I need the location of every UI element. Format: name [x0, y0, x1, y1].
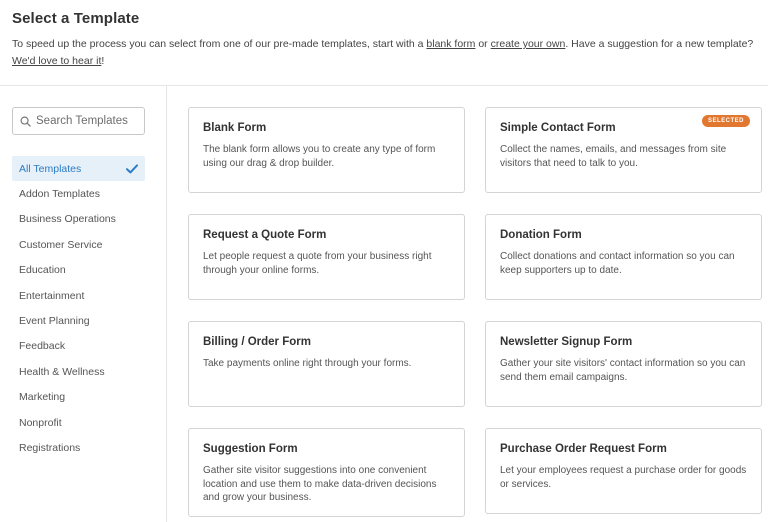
header-divider — [0, 85, 768, 86]
template-card-simple-contact-form[interactable]: SELECTED Simple Contact Form Collect the… — [485, 107, 762, 193]
category-label: Event Planning — [19, 315, 90, 328]
template-card-donation-form[interactable]: Donation Form Collect donations and cont… — [485, 214, 762, 300]
template-description: Let people request a quote from your bus… — [203, 251, 432, 276]
category-item-marketing[interactable]: Marketing — [12, 385, 145, 410]
search-icon — [20, 116, 31, 127]
search-box[interactable] — [12, 107, 145, 135]
category-label: Education — [19, 264, 66, 277]
category-item-education[interactable]: Education — [12, 258, 145, 283]
category-label: Marketing — [19, 391, 66, 404]
template-description: The blank form allows you to create any … — [203, 144, 436, 169]
category-label: Business Operations — [19, 213, 116, 226]
category-label: Registrations — [19, 441, 81, 454]
category-item-all-templates[interactable]: All Templates — [12, 156, 145, 181]
template-title: Billing / Order Form — [203, 336, 311, 348]
template-title: Donation Form — [500, 229, 582, 241]
template-card-purchase-order-request-form[interactable]: Purchase Order Request Form Let your emp… — [485, 428, 762, 514]
category-item-entertainment[interactable]: Entertainment — [12, 283, 145, 308]
intro-prefix: To speed up the process you can select f… — [12, 38, 424, 50]
sidebar-divider — [166, 86, 167, 522]
template-card-request-a-quote-form[interactable]: Request a Quote Form Let people request … — [188, 214, 465, 300]
create-your-own-link[interactable]: create your own — [491, 38, 566, 50]
category-label: Nonprofit — [19, 416, 62, 429]
category-list: All Templates Addon Templates Business O… — [12, 156, 145, 461]
template-card-newsletter-signup-form[interactable]: Newsletter Signup Form Gather your site … — [485, 321, 762, 407]
page-title: Select a Template — [12, 10, 140, 27]
template-title: Request a Quote Form — [203, 229, 327, 241]
template-title: Blank Form — [203, 122, 267, 134]
intro-middle: . Have a suggestion for a new template? — [565, 38, 754, 50]
page-header: Select a Template To speed up the proces… — [12, 10, 768, 70]
category-label: All Templates — [19, 162, 82, 175]
intro-text: To speed up the process you can select f… — [12, 36, 766, 70]
category-item-business-operations[interactable]: Business Operations — [12, 207, 145, 232]
blank-form-link[interactable]: blank form — [426, 38, 475, 50]
template-card-billing-order-form[interactable]: Billing / Order Form Take payments onlin… — [188, 321, 465, 407]
suggestion-link[interactable]: We'd love to hear it — [12, 55, 101, 67]
category-item-event-planning[interactable]: Event Planning — [12, 308, 145, 333]
template-title: Newsletter Signup Form — [500, 336, 633, 348]
category-item-health-wellness[interactable]: Health & Wellness — [12, 359, 145, 384]
category-item-nonprofit[interactable]: Nonprofit — [12, 410, 145, 435]
category-label: Entertainment — [19, 289, 85, 302]
category-item-registrations[interactable]: Registrations — [12, 435, 145, 460]
template-description: Collect the names, emails, and messages … — [500, 144, 727, 169]
template-description: Take payments online right through your … — [203, 358, 412, 369]
category-label: Health & Wellness — [19, 365, 105, 378]
template-title: Suggestion Form — [203, 443, 298, 455]
category-label: Addon Templates — [19, 188, 100, 201]
template-card-suggestion-form[interactable]: Suggestion Form Gather site visitor sugg… — [188, 428, 465, 517]
category-label: Customer Service — [19, 238, 103, 251]
checkmark-icon — [126, 163, 138, 173]
selected-badge: SELECTED — [701, 115, 750, 127]
template-description: Gather your site visitors' contact infor… — [500, 358, 746, 383]
category-item-addon-templates[interactable]: Addon Templates — [12, 181, 145, 206]
category-label: Feedback — [19, 340, 66, 353]
category-item-feedback[interactable]: Feedback — [12, 334, 145, 359]
category-item-customer-service[interactable]: Customer Service — [12, 232, 145, 257]
template-title: Purchase Order Request Form — [500, 443, 667, 455]
template-description: Collect donations and contact informatio… — [500, 251, 735, 276]
template-card-blank-form[interactable]: Blank Form The blank form allows you to … — [188, 107, 465, 193]
search-input[interactable] — [36, 115, 141, 127]
intro-suffix: ! — [101, 55, 105, 67]
template-description: Gather site visitor suggestions into one… — [203, 465, 437, 503]
template-description: Let your employees request a purchase or… — [500, 465, 747, 490]
intro-or: or — [478, 38, 488, 50]
